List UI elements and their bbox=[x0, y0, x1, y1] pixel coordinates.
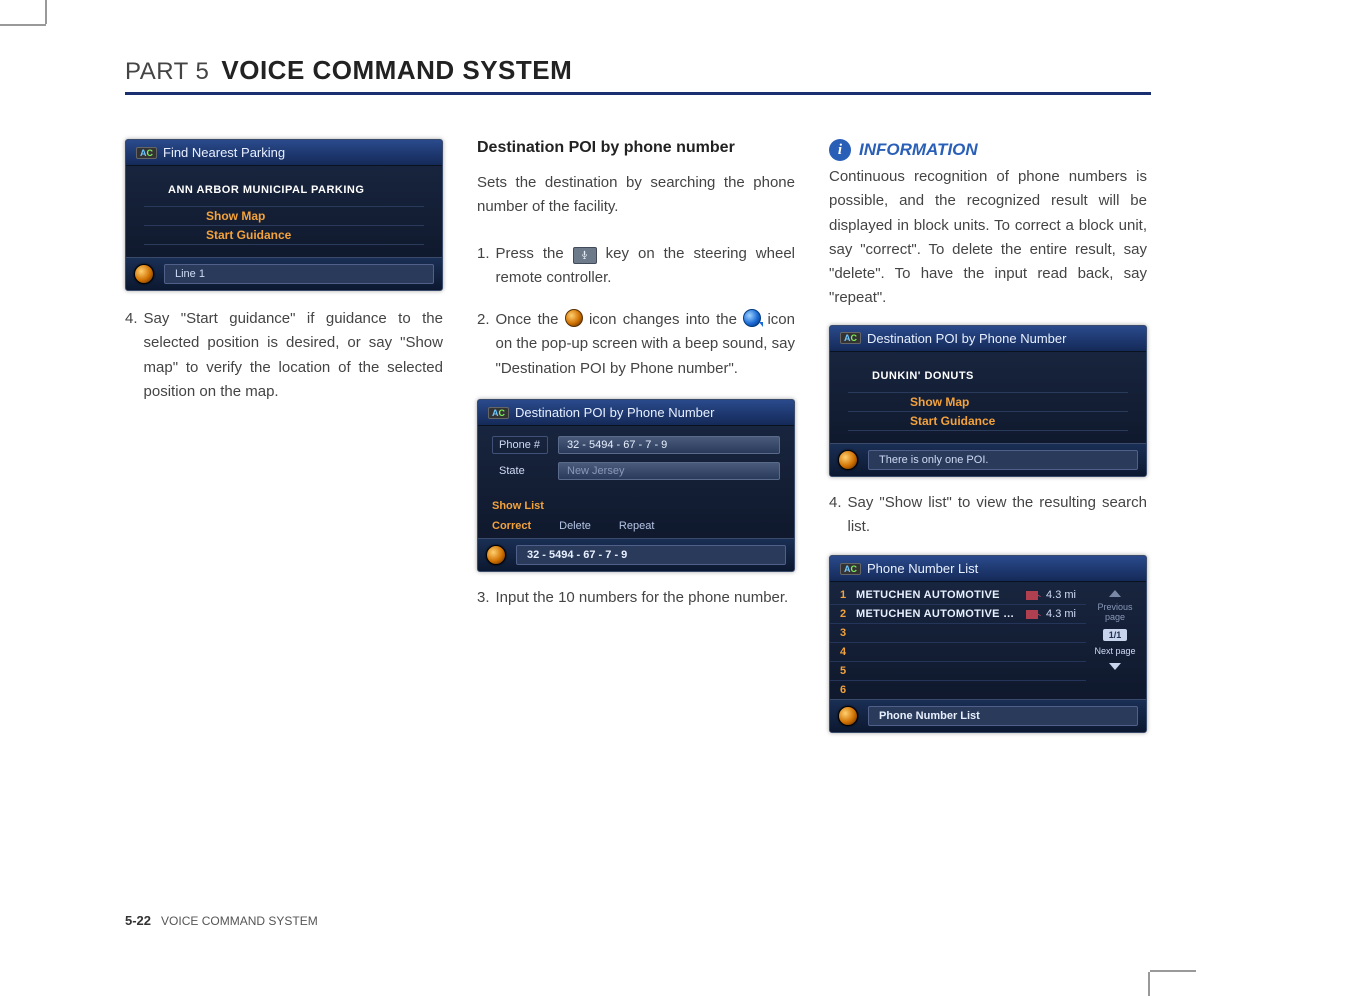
phone-label: Phone # bbox=[492, 436, 548, 454]
cmd-correct[interactable]: Correct bbox=[492, 520, 531, 532]
voice-key-icon bbox=[573, 247, 597, 264]
step-number: 4. bbox=[829, 491, 842, 540]
step-4-text: Say "Start guidance" if guidance to the … bbox=[144, 307, 443, 404]
voice-orb-icon bbox=[134, 264, 154, 284]
list-item: 4 bbox=[830, 642, 1086, 661]
list-item[interactable]: 2 METUCHEN AUTOMOTIVE S... 4.3 mi bbox=[830, 604, 1086, 623]
start-guidance-link[interactable]: Start Guidance bbox=[144, 226, 424, 245]
info-icon: i bbox=[829, 139, 851, 161]
state-row: State New Jersey bbox=[482, 458, 790, 484]
footer-section: VOICE COMMAND SYSTEM bbox=[161, 914, 318, 928]
state-label: State bbox=[492, 465, 548, 477]
arrow-down-icon[interactable] bbox=[1109, 663, 1121, 670]
step-number: 1. bbox=[477, 242, 490, 291]
show-map-link[interactable]: Show Map bbox=[144, 206, 424, 226]
flag-icon bbox=[1026, 591, 1038, 600]
previous-page-label[interactable]: Previous page bbox=[1090, 603, 1140, 623]
phone-row: Phone # 32 - 5494 - 67 - 7 - 9 bbox=[482, 432, 790, 458]
list-item: 6 bbox=[830, 680, 1086, 699]
voice-orb-icon bbox=[838, 706, 858, 726]
status-text: 32 - 5494 - 67 - 7 - 9 bbox=[516, 545, 786, 565]
step-3-text: Input the 10 numbers for the phone numbe… bbox=[496, 586, 795, 610]
panel-body: DUNKIN' DONUTS Show Map Start Guidance bbox=[830, 352, 1146, 443]
panel-title-bar: AC Destination POI by Phone Number bbox=[830, 326, 1146, 352]
panel-title: Destination POI by Phone Number bbox=[867, 331, 1066, 346]
arrow-up-icon[interactable] bbox=[1109, 590, 1121, 597]
page-number: 5-22 bbox=[125, 913, 151, 928]
command-row: Show List bbox=[482, 498, 790, 518]
cmd-show-list[interactable]: Show List bbox=[492, 500, 544, 512]
panel-body: ANN ARBOR MUNICIPAL PARKING Show Map Sta… bbox=[126, 166, 442, 257]
voice-orb-icon bbox=[486, 545, 506, 565]
status-bar: 32 - 5494 - 67 - 7 - 9 bbox=[478, 538, 794, 571]
step-2-text: Once the icon changes into the icon on t… bbox=[496, 308, 795, 381]
panel-title: Phone Number List bbox=[867, 561, 978, 576]
next-page-label[interactable]: Next page bbox=[1094, 647, 1135, 657]
part-number: PART 5 bbox=[125, 58, 209, 86]
start-guidance-link[interactable]: Start Guidance bbox=[848, 412, 1128, 431]
screenshot-dest-poi-result: AC Destination POI by Phone Number DUNKI… bbox=[829, 325, 1147, 477]
list-item: 3 bbox=[830, 623, 1086, 642]
status-text: There is only one POI. bbox=[868, 450, 1138, 470]
panel-title-bar: AC Phone Number List bbox=[830, 556, 1146, 582]
information-heading: i INFORMATION bbox=[829, 139, 1147, 161]
cmd-repeat[interactable]: Repeat bbox=[619, 520, 654, 532]
status-text: Line 1 bbox=[164, 264, 434, 284]
status-bar: Line 1 bbox=[126, 257, 442, 290]
screenshot-dest-poi-phone-entry: AC Destination POI by Phone Number Phone… bbox=[477, 399, 795, 572]
list-item[interactable]: 1 METUCHEN AUTOMOTIVE 4.3 mi bbox=[830, 586, 1086, 604]
info-title: INFORMATION bbox=[859, 140, 978, 160]
status-bar: Phone Number List bbox=[830, 699, 1146, 732]
list-item: 5 bbox=[830, 661, 1086, 680]
status-bar: There is only one POI. bbox=[830, 443, 1146, 476]
cmd-delete[interactable]: Delete bbox=[559, 520, 591, 532]
flag-icon bbox=[1026, 610, 1038, 619]
panel-title: Find Nearest Parking bbox=[163, 145, 285, 160]
selected-poi-name: DUNKIN' DONUTS bbox=[848, 364, 1128, 392]
ac-badge-icon: AC bbox=[488, 407, 509, 419]
step-number: 2. bbox=[477, 308, 490, 381]
step-1-text: Press the key on the steering wheel remo… bbox=[496, 242, 795, 291]
command-row-2: Correct Delete Repeat bbox=[482, 518, 790, 538]
intro-text: Sets the destination by searching the ph… bbox=[477, 171, 795, 220]
screenshot-find-nearest-parking: AC Find Nearest Parking ANN ARBOR MUNICI… bbox=[125, 139, 443, 291]
page-footer: 5-22 VOICE COMMAND SYSTEM bbox=[125, 913, 318, 928]
ac-badge-icon: AC bbox=[840, 332, 861, 344]
ac-badge-icon: AC bbox=[136, 147, 157, 159]
page-indicator: 1/1 bbox=[1103, 629, 1128, 641]
phone-input[interactable]: 32 - 5494 - 67 - 7 - 9 bbox=[558, 436, 780, 454]
subheading-destination-poi-phone: Destination POI by phone number bbox=[477, 139, 795, 157]
panel-title-bar: AC Destination POI by Phone Number bbox=[478, 400, 794, 426]
selected-poi-name: ANN ARBOR MUNICIPAL PARKING bbox=[144, 178, 424, 206]
show-map-link[interactable]: Show Map bbox=[848, 392, 1128, 412]
speaking-orb-icon bbox=[743, 309, 761, 327]
state-input[interactable]: New Jersey bbox=[558, 462, 780, 480]
info-body-text: Continuous recognition of phone numbers … bbox=[829, 165, 1147, 311]
panel-title-bar: AC Find Nearest Parking bbox=[126, 140, 442, 166]
step-number: 3. bbox=[477, 586, 490, 610]
ac-badge-icon: AC bbox=[840, 563, 861, 575]
listening-orb-icon bbox=[565, 309, 583, 327]
page-controls: Previous page 1/1 Next page bbox=[1090, 590, 1140, 670]
section-header: PART 5 VOICE COMMAND SYSTEM bbox=[125, 55, 1151, 95]
status-text: Phone Number List bbox=[868, 706, 1138, 726]
step-4b-text: Say "Show list" to view the resulting se… bbox=[848, 491, 1147, 540]
voice-orb-icon bbox=[838, 450, 858, 470]
screenshot-phone-number-list: AC Phone Number List 1 METUCHEN AUTOMOTI… bbox=[829, 555, 1147, 733]
panel-title: Destination POI by Phone Number bbox=[515, 405, 714, 420]
step-number: 4. bbox=[125, 307, 138, 404]
part-title: VOICE COMMAND SYSTEM bbox=[221, 55, 572, 86]
